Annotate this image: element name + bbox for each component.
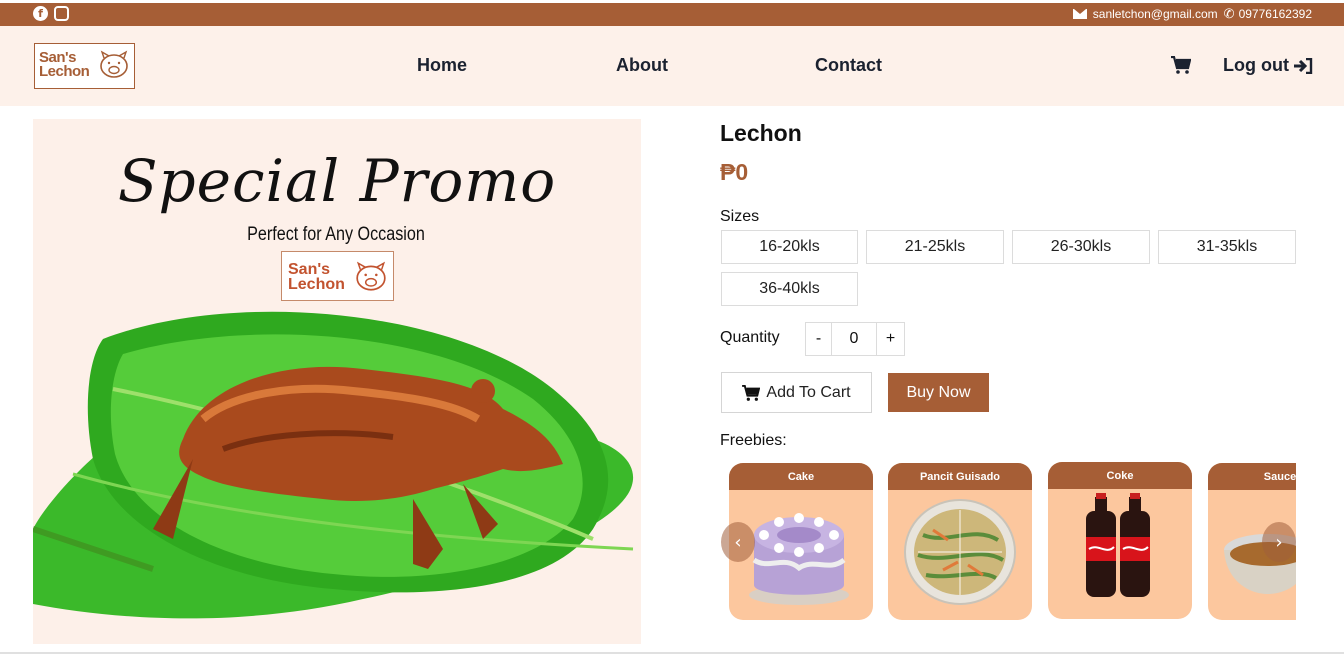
size-option[interactable]: 36-40kls xyxy=(721,272,858,306)
quantity-decrement-button[interactable]: - xyxy=(805,322,832,356)
quantity-input[interactable]: 0 xyxy=(832,322,876,356)
page-bottom-border xyxy=(0,652,1344,654)
navbar: San's Lechon Home About Contact Log out xyxy=(0,26,1344,106)
cart-icon xyxy=(742,384,761,401)
product-promo-image: Special Promo Perfect for Any Occasion S… xyxy=(33,119,641,644)
brand-logo[interactable]: San's Lechon xyxy=(34,43,135,89)
freebies-carousel: Cake Pancit Guisado Coke Sauce xyxy=(721,461,1296,621)
logout-label: Log out xyxy=(1223,55,1289,75)
product-name: Lechon xyxy=(720,120,802,146)
promo-logo: San's Lechon xyxy=(281,251,394,301)
freebie-title: Pancit Guisado xyxy=(888,463,1032,490)
promo-pig-icon xyxy=(356,261,386,291)
logo-line-2: Lechon xyxy=(39,63,90,80)
size-option[interactable]: 16-20kls xyxy=(721,230,858,264)
pancit-image xyxy=(904,499,1016,605)
contact-phone: 09776162392 xyxy=(1238,7,1312,21)
top-bar: f sanletchon@gmail.com ✆ 09776162392 xyxy=(0,3,1344,26)
logo-text: San's Lechon xyxy=(39,50,90,80)
logout-button[interactable]: Log out xyxy=(1223,55,1313,76)
nav-home[interactable]: Home xyxy=(417,55,467,76)
coke-bottles-image xyxy=(1086,493,1150,597)
promo-subtitle: Perfect for Any Occasion xyxy=(247,224,425,245)
freebie-card[interactable]: Coke xyxy=(1048,462,1192,619)
nav-contact[interactable]: Contact xyxy=(815,55,882,76)
quantity-label: Quantity xyxy=(720,329,780,346)
facebook-icon[interactable]: f xyxy=(33,6,48,21)
carousel-prev-button[interactable]: ‹ xyxy=(721,522,755,562)
add-to-cart-label: Add To Cart xyxy=(766,383,851,401)
carousel-next-button[interactable]: › xyxy=(1262,522,1296,562)
sign-out-icon xyxy=(1293,57,1313,74)
instagram-icon[interactable] xyxy=(54,6,69,21)
envelope-icon xyxy=(1072,9,1087,19)
cart-icon[interactable] xyxy=(1171,55,1192,78)
freebie-title: Coke xyxy=(1048,462,1192,489)
quantity-stepper: - 0 + xyxy=(805,322,905,356)
promo-logo-text: San's Lechon xyxy=(288,261,345,293)
contact-email: sanletchon@gmail.com xyxy=(1092,7,1218,21)
promo-title: Special Promo xyxy=(117,147,557,215)
add-to-cart-button[interactable]: Add To Cart xyxy=(721,372,872,413)
quantity-increment-button[interactable]: + xyxy=(876,322,905,356)
promo-logo-line-1: San's xyxy=(288,261,331,278)
nav-about[interactable]: About xyxy=(616,55,668,76)
product-price: ₱0 xyxy=(720,159,749,185)
size-option[interactable]: 26-30kls xyxy=(1012,230,1150,264)
roast-pig-illustration xyxy=(33,311,634,619)
size-option[interactable]: 21-25kls xyxy=(866,230,1004,264)
contact-info: sanletchon@gmail.com ✆ 09776162392 xyxy=(1072,6,1312,22)
promo-logo-line-2: Lechon xyxy=(288,276,345,293)
pig-logo-icon xyxy=(100,50,128,78)
buy-now-button[interactable]: Buy Now xyxy=(888,373,989,412)
freebies-label: Freebies: xyxy=(720,432,787,449)
freebie-card[interactable]: Pancit Guisado xyxy=(888,463,1032,620)
freebie-title: Sauce xyxy=(1208,463,1296,490)
freebie-title: Cake xyxy=(729,463,873,490)
size-option[interactable]: 31-35kls xyxy=(1158,230,1296,264)
sizes-label: Sizes xyxy=(720,208,760,225)
social-links: f xyxy=(33,6,69,21)
phone-icon: ✆ xyxy=(1223,6,1235,21)
